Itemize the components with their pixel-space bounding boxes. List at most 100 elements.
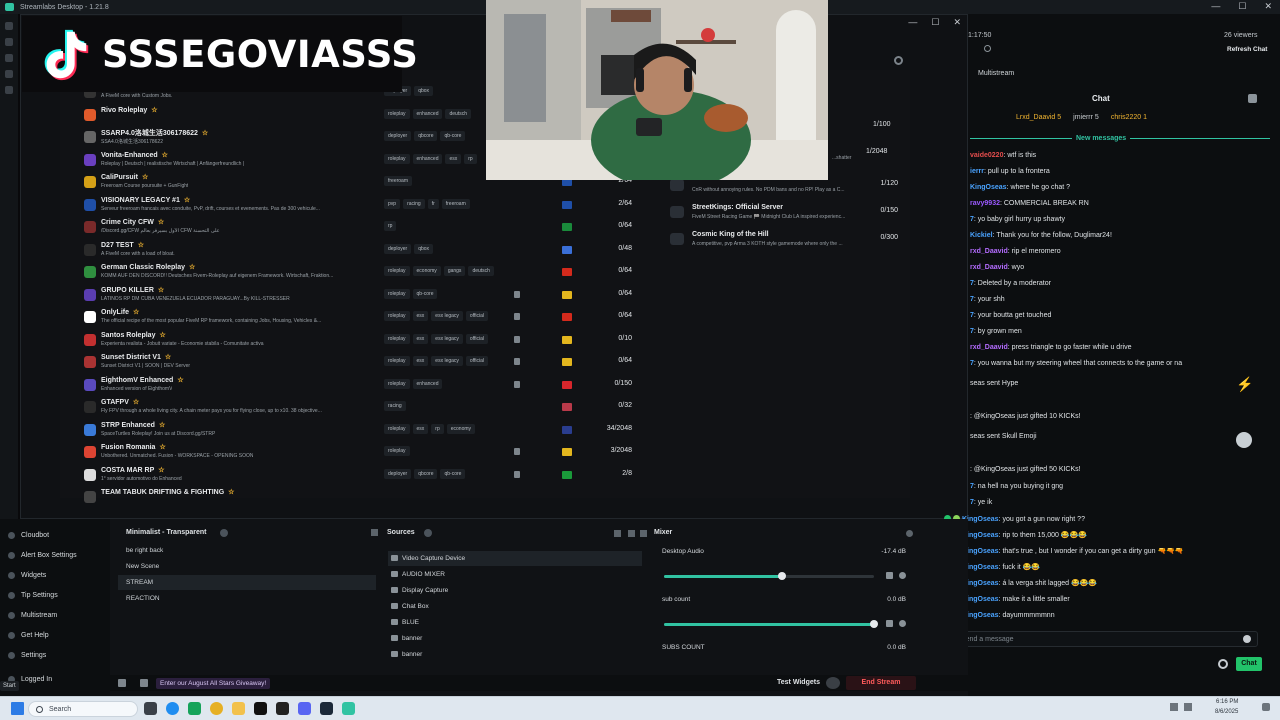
- emoji-icon[interactable]: [1243, 635, 1251, 643]
- server-tag: esx: [412, 333, 429, 344]
- giveaway-banner[interactable]: Enter our August All Stars Giveaway!: [156, 678, 271, 689]
- notification-center-icon[interactable]: [1262, 703, 1270, 711]
- server-row[interactable]: OnlyLife ☆ The official recipe of the mos…: [82, 307, 654, 329]
- end-stream-button[interactable]: End Stream: [846, 676, 916, 690]
- source-item[interactable]: Chat Box: [388, 599, 642, 614]
- nav-item-settings[interactable]: Settings: [8, 652, 46, 659]
- source-item[interactable]: banner: [388, 647, 642, 662]
- nav-item-get-help[interactable]: Get Help: [8, 632, 49, 639]
- sources-folder-icon[interactable]: [614, 530, 621, 537]
- notifications-icon[interactable]: [140, 679, 148, 687]
- chat-settings-gear-icon[interactable]: [1218, 659, 1228, 669]
- country-flag-icon: [562, 313, 572, 321]
- server-tag: esx legacy: [431, 333, 463, 344]
- mixer-item-settings-icon[interactable]: [899, 572, 906, 579]
- chat-text: : your boutta get touched: [973, 312, 1052, 319]
- chat-username[interactable]: KingOseas: [970, 184, 1007, 191]
- server-row[interactable]: German Classic Roleplay ☆ KOMM AUF DEN DI…: [82, 262, 654, 284]
- file-explorer-icon[interactable]: [232, 702, 245, 715]
- edge-icon[interactable]: [166, 702, 179, 715]
- chat-text: : press triangle to go faster while u dr…: [1007, 344, 1132, 351]
- scenes-add-icon[interactable]: [371, 529, 378, 536]
- user-settings-icon[interactable]: [1248, 94, 1257, 103]
- source-item[interactable]: Video Capture Device: [388, 551, 642, 566]
- chrome-icon[interactable]: [210, 702, 223, 715]
- top-chatter-3: chris2220 1: [1110, 114, 1148, 121]
- chat-username[interactable]: ravy9932: [970, 200, 1000, 207]
- maximize-icon[interactable]: ☐: [1238, 1, 1246, 12]
- volume-knob[interactable]: [777, 572, 786, 580]
- server-row[interactable]: VISIONARY LEGACY #1 ☆ Serveur freeroam fr…: [82, 195, 654, 217]
- chat-username[interactable]: Kickiel: [970, 232, 993, 239]
- scene-item[interactable]: REACTION: [118, 591, 376, 606]
- themes-icon[interactable]: [5, 54, 13, 62]
- mixer-settings-icon[interactable]: [906, 530, 913, 537]
- highlighter-icon[interactable]: [5, 86, 13, 94]
- scene-collection-icon[interactable]: [220, 529, 228, 537]
- close-icon[interactable]: ✕: [1264, 1, 1272, 12]
- nav-item-cloudbot[interactable]: Cloudbot: [8, 532, 49, 539]
- server-row[interactable]: GRUPO KILLER ☆ LATINOS RP DM CUBA VENEZUE…: [82, 285, 654, 307]
- volume-icon[interactable]: [1184, 703, 1192, 711]
- minimize-icon[interactable]: —: [1211, 1, 1220, 12]
- apps-icon[interactable]: [5, 70, 13, 78]
- chat-input-box[interactable]: Send a message: [938, 631, 1258, 647]
- scene-item[interactable]: be right back: [118, 543, 376, 558]
- chat-username[interactable]: ierrr: [970, 168, 984, 175]
- source-item[interactable]: banner: [388, 631, 642, 646]
- editor-icon[interactable]: [5, 22, 13, 30]
- nav-item-tip-settings[interactable]: Tip Settings: [8, 592, 58, 599]
- mute-icon[interactable]: [886, 572, 893, 579]
- record-button[interactable]: [826, 677, 840, 689]
- chat-username[interactable]: rxd_Daavid: [970, 344, 1008, 351]
- scene-item[interactable]: STREAM: [118, 575, 376, 590]
- server-row[interactable]: TEAM TABUK DRIFTING & FIGHTING ☆: [82, 487, 654, 509]
- volume-slider[interactable]: [664, 572, 874, 580]
- mixer-toggle-icon[interactable]: [640, 530, 647, 537]
- chat-username[interactable]: vaide0220: [970, 152, 1003, 159]
- nav-item-widgets[interactable]: Widgets: [8, 572, 46, 579]
- server-row[interactable]: GTAFPV ☆ Fly FPV through a whole living c…: [82, 397, 654, 419]
- volume-slider[interactable]: [664, 620, 878, 628]
- mixer-item-settings-icon[interactable]: [899, 620, 906, 627]
- server-row[interactable]: STRP Enhanced ☆ SpaceTurtles Roleplay! Jo…: [82, 420, 654, 442]
- task-view-icon[interactable]: [144, 702, 157, 715]
- mute-icon[interactable]: [886, 620, 893, 627]
- server-row[interactable]: COSTA MAR RP ☆ 1° servidor automotivo do …: [82, 465, 654, 487]
- chat-username[interactable]: rxd_Daavid: [970, 264, 1008, 271]
- tiktok-app-icon[interactable]: [254, 702, 267, 715]
- server-row[interactable]: Fusion Romania ☆ Unbothered. Unmatched. F…: [82, 442, 654, 464]
- source-item[interactable]: BLUE: [388, 615, 642, 630]
- server-row[interactable]: Crime City CFW ☆ /Discord.gg/CFW الأول بس…: [82, 217, 654, 239]
- capcut-icon[interactable]: [276, 702, 289, 715]
- windows-start-icon[interactable]: [11, 702, 24, 715]
- share-icon[interactable]: [984, 45, 991, 52]
- wifi-icon[interactable]: [1170, 703, 1178, 711]
- volume-knob[interactable]: [870, 620, 878, 628]
- scene-item[interactable]: New Scene: [118, 559, 376, 574]
- chat-send-button[interactable]: Chat: [1236, 657, 1262, 671]
- server-row[interactable]: Sunset District V1 ☆ Sunset District V1 |…: [82, 352, 654, 374]
- spotify-icon[interactable]: [188, 702, 201, 715]
- server-row[interactable]: Santos Roleplay ☆ Experienta realista - J…: [82, 330, 654, 352]
- source-item[interactable]: Display Capture: [388, 583, 642, 598]
- discord-icon[interactable]: [298, 702, 311, 715]
- nav-item-alert-box-settings[interactable]: Alert Box Settings: [8, 552, 77, 559]
- top-chatter-1: Lrxd_Daavid 5: [1016, 114, 1062, 121]
- server-row[interactable]: EighthomV Enhanced ☆ Enhanced version of …: [82, 375, 654, 397]
- test-widgets-button[interactable]: Test Widgets: [777, 679, 820, 686]
- server-row[interactable]: D27 TEST ☆ A FiveM core with a load of bl…: [82, 240, 654, 262]
- nav-item-multistream[interactable]: Multistream: [8, 612, 57, 619]
- chat-username[interactable]: rxd_Daavid: [970, 248, 1008, 255]
- server-row-right[interactable]: Cosmic King of the Hill A competitive, p…: [668, 229, 898, 251]
- taskbar-search[interactable]: Search: [28, 701, 138, 717]
- performance-icon[interactable]: [118, 679, 126, 687]
- sources-add-icon[interactable]: [424, 529, 432, 537]
- steam-icon[interactable]: [320, 702, 333, 715]
- source-item[interactable]: AUDIO MIXER: [388, 567, 642, 582]
- dashboard-icon[interactable]: [5, 38, 13, 46]
- streamlabs-taskbar-icon[interactable]: [342, 702, 355, 715]
- server-row-right[interactable]: StreetKings: Official Server FiveM Stree…: [668, 202, 898, 224]
- refresh-chat-button[interactable]: Refresh Chat: [1227, 46, 1267, 53]
- sources-remove-icon[interactable]: [628, 530, 635, 537]
